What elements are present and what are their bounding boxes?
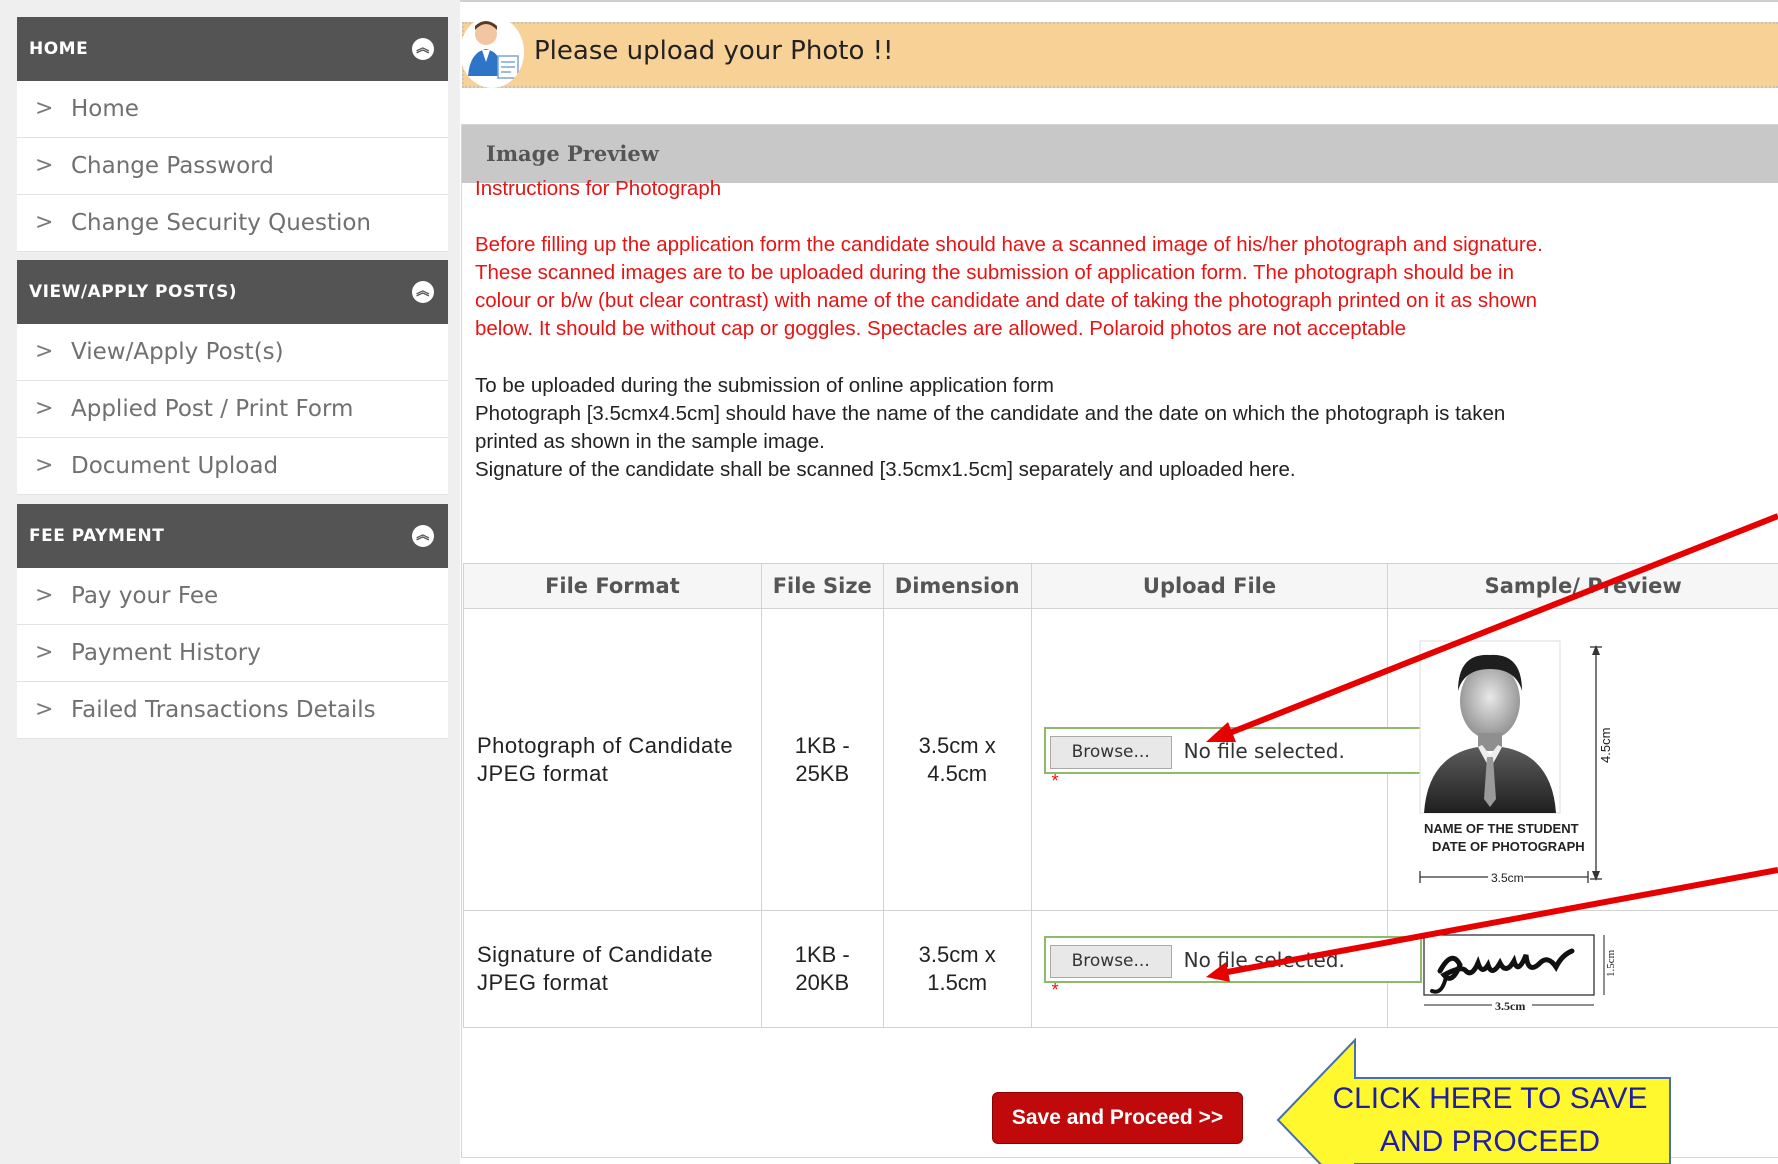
sample-photo-image: 4.5cm NAME OF THE STUDENT DATE OF PHOTOG… bbox=[1419, 640, 1613, 885]
instructions-line: below. It should be without cap or goggl… bbox=[475, 317, 1407, 340]
upload-cell: Browse... No file selected. * bbox=[1030, 608, 1422, 911]
sidebar-section-view-apply: VIEW/APPLY POST(S) ︽ > View/Apply Post(s)… bbox=[17, 260, 448, 495]
photo-browse-button[interactable]: Browse... bbox=[1049, 736, 1172, 769]
sidebar-section-header[interactable]: HOME ︽ bbox=[17, 17, 448, 81]
section-title: FEE PAYMENT bbox=[29, 526, 165, 546]
sidebar-item-change-password[interactable]: > Change Password bbox=[17, 138, 448, 195]
chevron-right-icon: > bbox=[35, 697, 54, 722]
upload-note-line: Signature of the candidate shall be scan… bbox=[475, 458, 1296, 481]
sample-date-label: DATE OF PHOTOGRAPH bbox=[1432, 839, 1585, 854]
table-row-photograph: Photograph of Candidate JPEG format 1KB … bbox=[463, 608, 1778, 911]
sidebar-section-fee-payment: FEE PAYMENT ︽ > Pay your Fee > Payment His… bbox=[17, 504, 448, 739]
collapse-icon[interactable]: ︽ bbox=[412, 281, 434, 303]
sidebar-item-change-security-question[interactable]: > Change Security Question bbox=[17, 195, 448, 252]
signature-browse-button[interactable]: Browse... bbox=[1049, 945, 1172, 978]
format-type: JPEG format bbox=[477, 760, 609, 786]
chevron-right-icon: > bbox=[35, 96, 54, 121]
size-max: 25KB bbox=[795, 760, 850, 786]
section-title: HOME bbox=[29, 39, 89, 59]
signature-file-input[interactable]: Browse... No file selected. bbox=[1043, 936, 1422, 983]
dimension-width: 3.5cm x bbox=[918, 732, 996, 758]
image-preview-panel: Image Preview Instructions for Photograp… bbox=[461, 124, 1778, 1158]
section-title: VIEW/APPLY POST(S) bbox=[29, 282, 238, 302]
photo-file-status: No file selected. bbox=[1183, 739, 1345, 763]
file-format-cell: Signature of Candidate JPEG format bbox=[463, 910, 762, 1028]
callout-line: AND PROCEED bbox=[1379, 1125, 1601, 1158]
chevron-right-icon: > bbox=[35, 453, 54, 478]
sidebar-item-pay-fee[interactable]: > Pay your Fee bbox=[17, 568, 448, 625]
sidebar-item-label: Payment History bbox=[71, 640, 261, 666]
sample-preview-cell: 4.5cm NAME OF THE STUDENT DATE OF PHOTOG… bbox=[1387, 608, 1778, 911]
save-callout-label: CLICK HERE TO SAVE AND PROCEED bbox=[1310, 1077, 1670, 1163]
format-type: JPEG format bbox=[477, 970, 609, 995]
instructions-title: Instructions for Photograph bbox=[475, 177, 722, 200]
format-label: Signature of Candidate bbox=[477, 942, 714, 967]
dimension-width: 3.5cm x bbox=[918, 942, 996, 967]
user-upload-icon bbox=[460, 16, 524, 88]
sidebar: HOME ︽ > Home > Change Password > Change Se… bbox=[0, 0, 460, 1164]
table-row-signature: Signature of Candidate JPEG format 1KB -… bbox=[463, 910, 1778, 1028]
sample-width-label: 3.5cm bbox=[1491, 871, 1524, 885]
file-format-cell: Photograph of Candidate JPEG format bbox=[463, 608, 762, 911]
dimension-cell: 3.5cm x 4.5cm bbox=[882, 608, 1032, 911]
column-header: Upload File bbox=[1030, 563, 1389, 609]
dimension-height: 1.5cm bbox=[927, 970, 988, 995]
sidebar-item-view-apply-posts[interactable]: > View/Apply Post(s) bbox=[17, 324, 448, 381]
sidebar-item-home[interactable]: > Home bbox=[17, 81, 448, 138]
required-marker: * bbox=[1051, 980, 1059, 1000]
collapse-icon[interactable]: ︽ bbox=[412, 525, 434, 547]
required-marker: * bbox=[1051, 771, 1059, 791]
signature-file-status: No file selected. bbox=[1183, 948, 1345, 972]
sidebar-item-payment-history[interactable]: > Payment History bbox=[17, 625, 448, 682]
chevron-right-icon: > bbox=[35, 339, 54, 364]
column-header: Sample/ Preview bbox=[1387, 563, 1778, 609]
sidebar-item-failed-transactions[interactable]: > Failed Transactions Details bbox=[17, 682, 448, 739]
sidebar-section-header[interactable]: VIEW/APPLY POST(S) ︽ bbox=[17, 260, 448, 324]
column-header: Dimension bbox=[882, 563, 1032, 609]
size-min: 1KB - bbox=[794, 942, 850, 967]
file-upload-table: File Format File Size Dimension Upload F… bbox=[463, 563, 1778, 1028]
column-header: File Format bbox=[463, 563, 762, 609]
upload-notice-banner: Please upload your Photo !! bbox=[460, 16, 1778, 88]
chevron-right-icon: > bbox=[35, 640, 54, 665]
sample-sig-width-label: 3.5cm bbox=[1495, 999, 1525, 1013]
sidebar-item-applied-post[interactable]: > Applied Post / Print Form bbox=[17, 381, 448, 438]
table-header-row: File Format File Size Dimension Upload F… bbox=[463, 563, 1778, 609]
sidebar-item-document-upload[interactable]: > Document Upload bbox=[17, 438, 448, 495]
sample-height-label: 4.5cm bbox=[1598, 728, 1613, 763]
chevron-right-icon: > bbox=[35, 396, 54, 421]
sample-preview-cell: 3.5cm 1.5cm bbox=[1387, 910, 1778, 1028]
file-size-cell: 1KB - 20KB bbox=[760, 910, 884, 1028]
column-header: File Size bbox=[760, 563, 884, 609]
sidebar-section-header[interactable]: FEE PAYMENT ︽ bbox=[17, 504, 448, 568]
sidebar-item-label: Change Password bbox=[71, 153, 274, 179]
sidebar-item-label: Home bbox=[71, 96, 139, 122]
size-min: 1KB - bbox=[794, 732, 850, 758]
chevron-right-icon: > bbox=[35, 210, 54, 235]
sidebar-item-label: Change Security Question bbox=[71, 210, 371, 236]
sample-signature-image: 3.5cm 1.5cm bbox=[1423, 934, 1617, 1013]
chevron-right-icon: > bbox=[35, 153, 54, 178]
sidebar-item-label: Pay your Fee bbox=[71, 583, 219, 609]
collapse-icon[interactable]: ︽ bbox=[412, 38, 434, 60]
banner-message: Please upload your Photo !! bbox=[534, 36, 894, 66]
dimension-height: 4.5cm bbox=[927, 760, 988, 786]
file-size-cell: 1KB - 25KB bbox=[760, 608, 884, 911]
save-and-proceed-button[interactable]: Save and Proceed >> bbox=[992, 1092, 1243, 1144]
sample-name-label: NAME OF THE STUDENT bbox=[1424, 821, 1579, 836]
chevron-right-icon: > bbox=[35, 583, 54, 608]
size-max: 20KB bbox=[795, 970, 850, 995]
sidebar-section-home: HOME ︽ > Home > Change Password > Change Se… bbox=[17, 17, 448, 252]
photo-file-input[interactable]: Browse... No file selected. bbox=[1043, 727, 1422, 774]
dimension-cell: 3.5cm x 1.5cm bbox=[882, 910, 1032, 1028]
sidebar-item-label: Failed Transactions Details bbox=[71, 697, 376, 723]
format-label: Photograph of Candidate bbox=[477, 732, 734, 758]
upload-cell: Browse... No file selected. * bbox=[1030, 910, 1422, 1028]
sidebar-item-label: View/Apply Post(s) bbox=[71, 339, 284, 365]
sidebar-item-label: Applied Post / Print Form bbox=[71, 396, 354, 422]
sidebar-item-label: Document Upload bbox=[71, 453, 279, 479]
sample-sig-height-label: 1.5cm bbox=[1605, 949, 1617, 977]
callout-line: CLICK HERE TO SAVE bbox=[1332, 1082, 1648, 1115]
